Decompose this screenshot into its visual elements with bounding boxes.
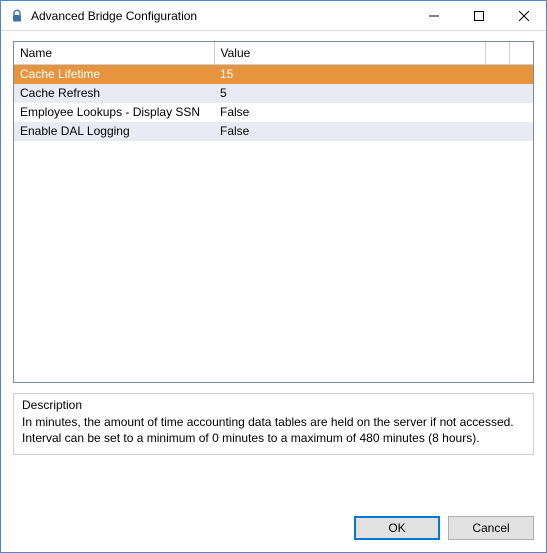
cell-name: Enable DAL Logging	[14, 122, 214, 141]
table-row[interactable]: Cache Lifetime 15	[14, 65, 533, 84]
column-header-spacer	[509, 42, 533, 65]
column-header-name[interactable]: Name	[14, 42, 214, 65]
description-text: In minutes, the amount of time accountin…	[22, 414, 525, 446]
cell-name: Cache Refresh	[14, 84, 214, 103]
settings-grid[interactable]: Name Value Cache Lifetime 15 Cache Refre…	[13, 41, 534, 383]
close-button[interactable]	[501, 1, 546, 30]
description-group: Description In minutes, the amount of ti…	[13, 393, 534, 455]
lock-icon	[9, 8, 25, 24]
maximize-button[interactable]	[456, 1, 501, 30]
cancel-button[interactable]: Cancel	[448, 516, 534, 540]
window-title: Advanced Bridge Configuration	[31, 9, 411, 23]
cell-value: False	[214, 103, 533, 122]
cell-value: False	[214, 122, 533, 141]
content-area: Name Value Cache Lifetime 15 Cache Refre…	[1, 31, 546, 552]
ok-button[interactable]: OK	[354, 516, 440, 540]
table-row[interactable]: Employee Lookups - Display SSN False	[14, 103, 533, 122]
dialog-buttons: OK Cancel	[13, 498, 534, 540]
column-header-value[interactable]: Value	[214, 42, 485, 65]
cell-value: 5	[214, 84, 533, 103]
table-row[interactable]: Cache Refresh 5	[14, 84, 533, 103]
minimize-button[interactable]	[411, 1, 456, 30]
table-row[interactable]: Enable DAL Logging False	[14, 122, 533, 141]
window-controls	[411, 1, 546, 30]
column-header-spacer	[485, 42, 509, 65]
title-bar: Advanced Bridge Configuration	[1, 1, 546, 31]
cell-name: Cache Lifetime	[14, 65, 214, 84]
cell-value: 15	[214, 65, 533, 84]
cell-name: Employee Lookups - Display SSN	[14, 103, 214, 122]
description-label: Description	[22, 398, 525, 412]
